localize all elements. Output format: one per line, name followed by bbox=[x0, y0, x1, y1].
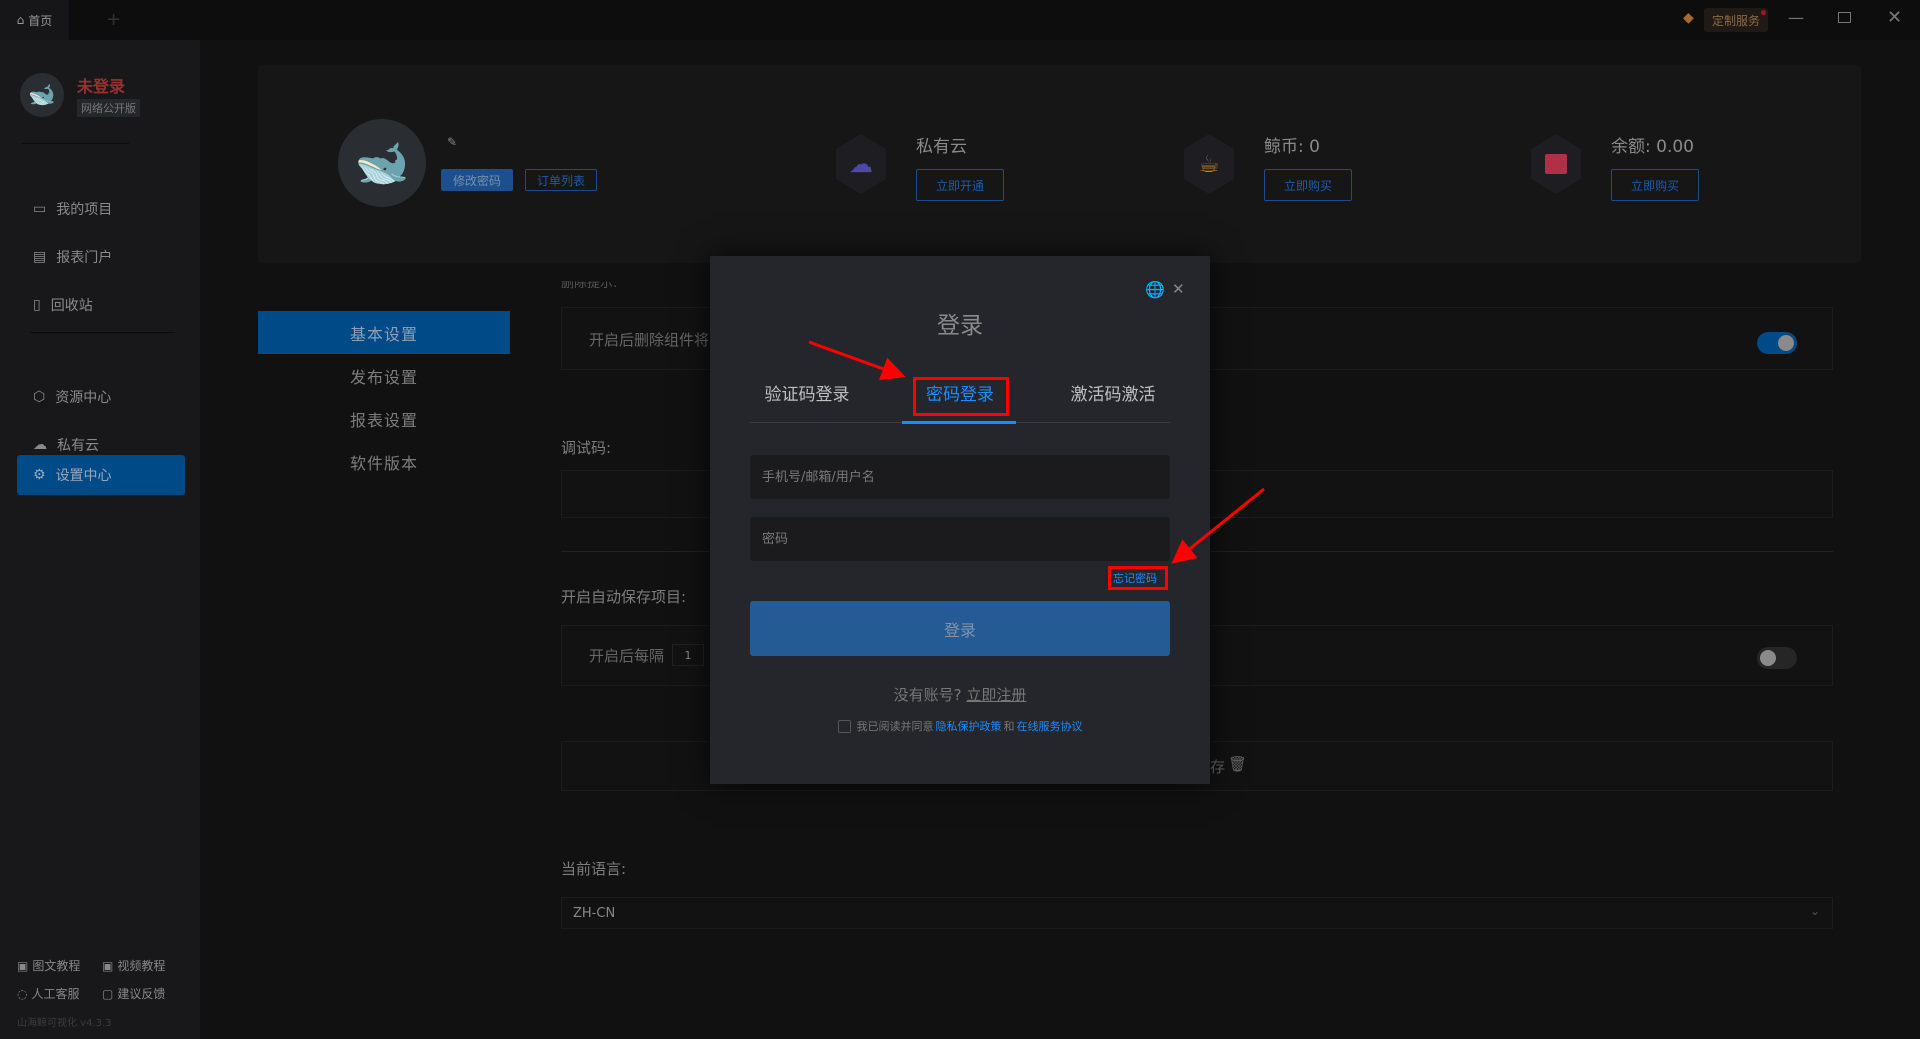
annotation-arrow bbox=[1171, 487, 1265, 564]
annotation-arrow bbox=[808, 340, 906, 381]
annotation-arrows bbox=[808, 340, 1265, 564]
